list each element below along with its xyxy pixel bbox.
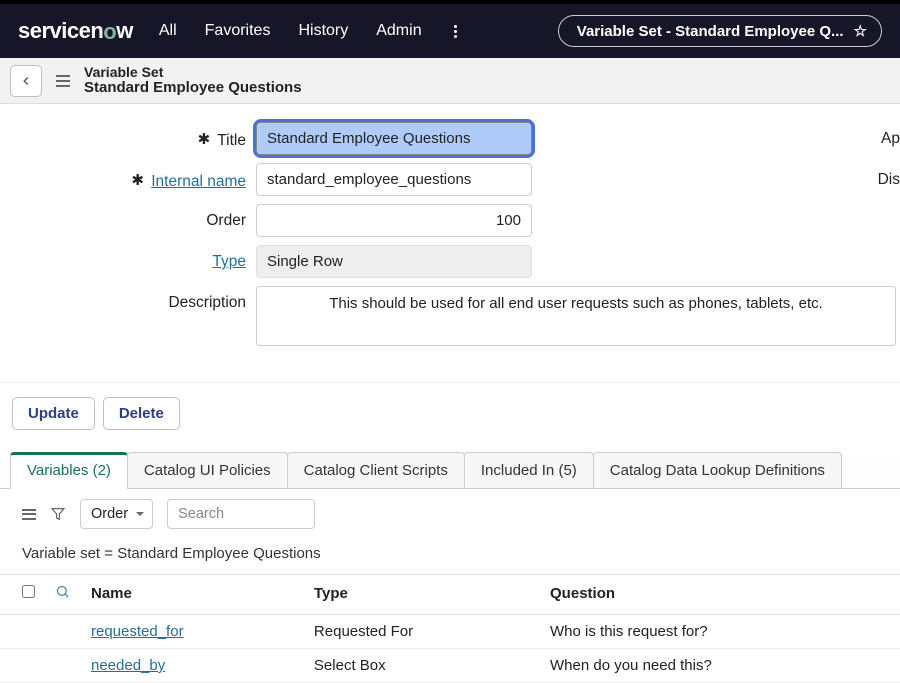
description-label: Description <box>0 286 256 312</box>
header-search-icon[interactable] <box>45 575 81 615</box>
table-row[interactable]: requested_for Requested For Who is this … <box>0 615 900 649</box>
internal-name-label: ✱ Internal name <box>0 163 256 191</box>
internal-name-link[interactable]: Internal name <box>151 173 246 190</box>
row-question: When do you need this? <box>540 649 900 683</box>
tab-catalog-data-lookup[interactable]: Catalog Data Lookup Definitions <box>593 452 842 488</box>
order-label: Order <box>0 204 256 230</box>
nav-context-text: Variable Set - Standard Employee Q... <box>577 23 844 40</box>
col-question[interactable]: Question <box>540 575 900 615</box>
row-name-link[interactable]: requested_for <box>91 623 184 640</box>
form-menu-icon[interactable] <box>52 69 74 93</box>
record-type-label: Variable Set <box>84 65 302 80</box>
list-menu-icon[interactable] <box>22 509 36 520</box>
type-value: Single Row <box>256 245 532 278</box>
select-all-checkbox[interactable] <box>22 585 35 598</box>
subheader: Variable Set Standard Employee Questions <box>0 58 900 104</box>
type-label: Type <box>0 245 256 271</box>
action-row: Update Delete <box>0 382 900 452</box>
row-name-link[interactable]: needed_by <box>91 657 165 674</box>
list-toolbar: Order <box>0 489 900 539</box>
row-type: Select Box <box>304 649 540 683</box>
type-link[interactable]: Type <box>212 253 246 270</box>
list-search-input[interactable] <box>167 499 315 529</box>
order-input[interactable] <box>256 204 532 237</box>
title-input[interactable] <box>256 122 532 155</box>
right-hint-1: Ap <box>863 122 900 148</box>
update-button[interactable]: Update <box>12 397 95 430</box>
back-button[interactable] <box>10 65 42 97</box>
col-type[interactable]: Type <box>304 575 540 615</box>
tab-variables[interactable]: Variables (2) <box>10 452 128 488</box>
table-row[interactable]: needed_by Select Box When do you need th… <box>0 649 900 683</box>
sort-field-select[interactable]: Order <box>80 499 153 529</box>
required-asterisk-icon: ✱ <box>198 132 211 148</box>
logo: servicenow <box>18 18 133 44</box>
delete-button[interactable]: Delete <box>103 397 180 430</box>
title-label: ✱ Title <box>0 122 256 150</box>
nav-favorites[interactable]: Favorites <box>205 22 271 40</box>
required-asterisk-icon: ✱ <box>131 173 144 189</box>
variables-table: Name Type Question requested_for Request… <box>0 574 900 683</box>
row-question: Who is this request for? <box>540 615 900 649</box>
top-nav: servicenow All Favorites History Admin V… <box>0 0 900 58</box>
tab-catalog-ui-policies[interactable]: Catalog UI Policies <box>127 452 288 488</box>
tabs-row: Variables (2) Catalog UI Policies Catalo… <box>0 452 900 489</box>
col-name[interactable]: Name <box>81 575 304 615</box>
nav-more-icon[interactable] <box>450 21 461 42</box>
star-icon[interactable]: ☆ <box>854 22 867 40</box>
nav-history[interactable]: History <box>298 22 348 40</box>
nav-links: All Favorites History Admin <box>159 21 461 42</box>
form-area: ✱ Title Ap ✱ Internal name Dis Order Typ… <box>0 104 900 382</box>
internal-name-input[interactable] <box>256 163 532 196</box>
nav-context-pill[interactable]: Variable Set - Standard Employee Q... ☆ <box>558 15 882 47</box>
tab-catalog-client-scripts[interactable]: Catalog Client Scripts <box>287 452 465 488</box>
list-breadcrumb[interactable]: Variable set = Standard Employee Questio… <box>0 539 900 574</box>
row-type: Requested For <box>304 615 540 649</box>
record-title: Standard Employee Questions <box>84 80 302 97</box>
tab-included-in[interactable]: Included In (5) <box>464 452 594 488</box>
right-hint-2: Dis <box>860 163 900 189</box>
nav-all[interactable]: All <box>159 22 177 40</box>
description-input[interactable]: This should be used for all end user req… <box>256 286 896 346</box>
filter-icon[interactable] <box>50 506 66 522</box>
nav-admin[interactable]: Admin <box>376 22 421 40</box>
